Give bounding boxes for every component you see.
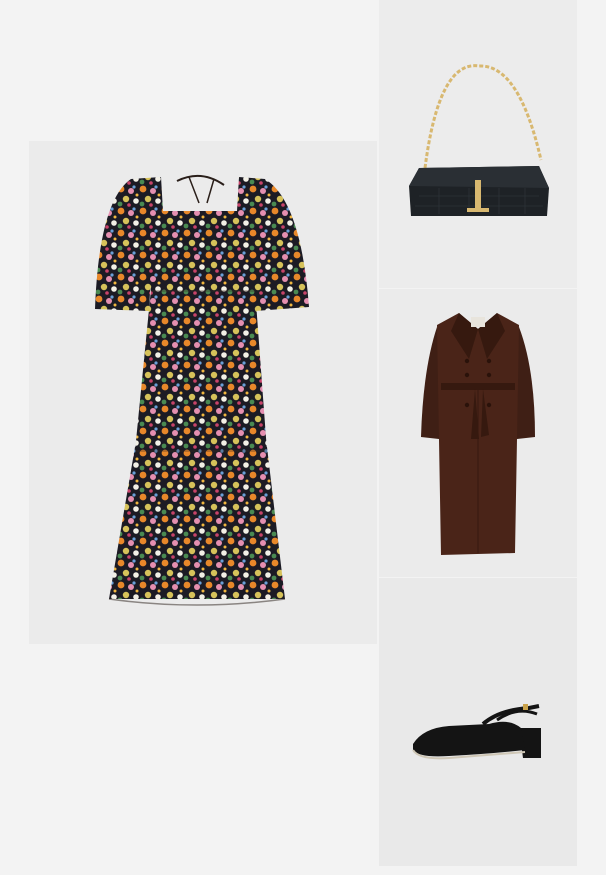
dress-product-tile[interactable]: [29, 141, 377, 644]
floral-midi-dress-image: [95, 174, 309, 606]
bag-product-tile[interactable]: [379, 0, 577, 288]
shoe-product-tile[interactable]: [379, 578, 577, 866]
black-slingback-shoe-image: [412, 704, 541, 760]
black-croc-shoulder-bag-image: [409, 64, 549, 216]
brown-trench-coat-image: [421, 313, 535, 555]
coat-product-tile[interactable]: [379, 289, 577, 577]
